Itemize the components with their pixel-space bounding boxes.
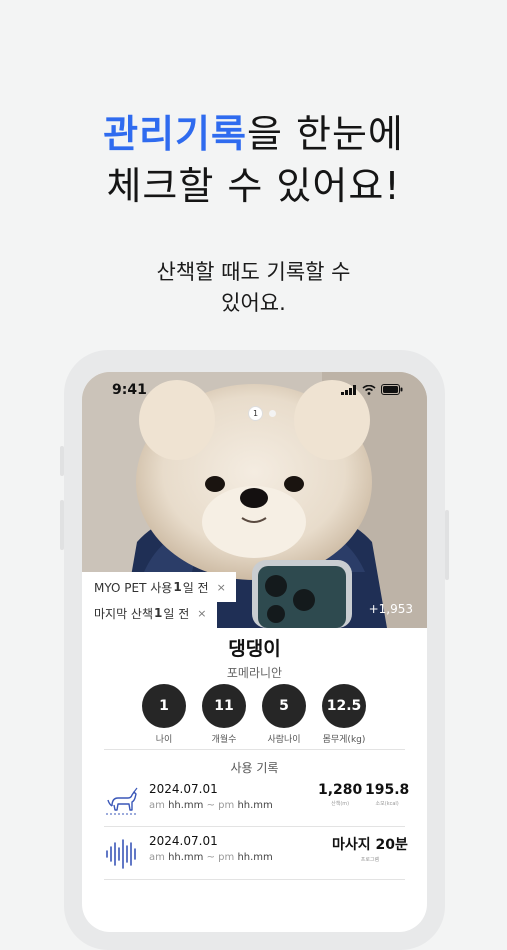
records-title: 사용 기록 (230, 761, 279, 775)
record-end-time: hh.mm (237, 852, 273, 863)
record-metric-distance-value: 1,280 (318, 782, 363, 798)
stat-age-label: 나이 (155, 735, 173, 745)
tag-last-walk[interactable]: 마지막 산책 1 일 전 × (82, 598, 217, 628)
stat-human-age: 5 사람나이 (261, 684, 307, 745)
page-indicator-current: 1 (248, 406, 263, 421)
tag-last-walk-number: 1 (154, 606, 163, 620)
phone-volume-button (60, 500, 64, 550)
record-metric-program-unit: 프로그램 (360, 857, 380, 863)
close-icon[interactable]: × (197, 607, 206, 620)
subtitle-line-1: 산책할 때도 기록할 수 (156, 260, 351, 284)
stat-age-value: 1 (142, 684, 186, 728)
stat-months-label: 개월수 (211, 735, 237, 745)
record-separator: ~ pm (206, 852, 235, 863)
record-time-range: am hh.mm ~ pm hh.mm (149, 852, 273, 863)
stat-months-value: 11 (202, 684, 246, 728)
tag-last-walk-suffix: 일 전 (163, 606, 190, 621)
stat-age: 1 나이 (141, 684, 187, 745)
record-date: 2024.07.01 (149, 782, 218, 796)
record-am: am (149, 852, 165, 863)
stat-human-age-label: 사람나이 (267, 735, 301, 745)
status-icons (341, 384, 403, 395)
phone-mockup: 9:41 1 +1,953 MYO PET 사용 1 일 전 × 마지막 산책 … (60, 350, 449, 950)
headline-line-2: 체크할 수 있어요! (106, 164, 401, 208)
record-metric-calories-value: 195.8 (365, 782, 410, 798)
divider (104, 879, 405, 880)
tag-usage-suffix: 일 전 (182, 580, 209, 595)
phone-power-button (445, 510, 449, 580)
subtitle-line-2: 있어요. (221, 291, 286, 315)
headline-line-1: 관리기록을 한눈에 (0, 108, 507, 160)
pet-breed: 포메라니안 (226, 666, 283, 680)
tag-usage-prefix: MYO PET 사용 (94, 580, 173, 595)
stat-weight-value: 12.5 (322, 684, 366, 728)
wifi-icon (362, 384, 376, 395)
signal-icon (341, 384, 356, 395)
tag-usage-number: 1 (173, 580, 182, 594)
record-am: am (149, 800, 165, 811)
stat-weight: 12.5 몸무게(kg) (321, 684, 367, 745)
pet-stats: 1 나이 11 개월수 5 사람나이 12.5 몸무게(kg) (141, 684, 367, 745)
status-bar: 9:41 (82, 372, 427, 402)
record-metric-distance: 1,280 산책(m) (318, 782, 362, 807)
photo-view-count: +1,953 (368, 602, 413, 616)
stat-months: 11 개월수 (201, 684, 247, 745)
tag-last-walk-prefix: 마지막 산책 (94, 606, 154, 621)
phone-screen: 9:41 1 +1,953 MYO PET 사용 1 일 전 × 마지막 산책 … (82, 372, 427, 932)
record-time-range: am hh.mm ~ pm hh.mm (149, 800, 273, 811)
record-metric-program-value: 마사지 20분 (332, 837, 408, 853)
record-row-walk[interactable]: 2024.07.01 am hh.mm ~ pm hh.mm 1,280 산책(… (104, 778, 409, 826)
page-indicator-dot (269, 410, 276, 417)
battery-icon (381, 384, 403, 395)
headline-line-1-rest: 을 한눈에 (246, 112, 404, 156)
sound-wave-icon (106, 839, 136, 869)
record-metric-calories-unit: 소모(kcal) (375, 801, 399, 807)
page-indicator[interactable]: 1 (248, 406, 276, 421)
stat-weight-label: 몸무게(kg) (322, 735, 366, 745)
close-icon[interactable]: × (217, 581, 226, 594)
pet-name: 댕댕이 (228, 638, 281, 660)
headline-accent: 관리기록 (103, 112, 247, 156)
status-time: 9:41 (112, 382, 147, 398)
record-metric-calories: 195.8 소모(kcal) (365, 782, 409, 807)
divider (104, 826, 405, 827)
phone-volume-button (60, 446, 64, 476)
record-start-time: hh.mm (168, 852, 204, 863)
record-date: 2024.07.01 (149, 834, 218, 848)
record-row-massage[interactable]: 2024.07.01 am hh.mm ~ pm hh.mm 마사지 20분 프… (104, 830, 408, 878)
record-separator: ~ pm (206, 800, 235, 811)
record-metric-program: 마사지 20분 프로그램 (332, 834, 408, 863)
record-start-time: hh.mm (168, 800, 204, 811)
record-end-time: hh.mm (237, 800, 273, 811)
divider (104, 749, 405, 750)
dog-walk-icon (106, 787, 138, 815)
record-metric-distance-unit: 산책(m) (331, 801, 350, 807)
stat-human-age-value: 5 (262, 684, 306, 728)
